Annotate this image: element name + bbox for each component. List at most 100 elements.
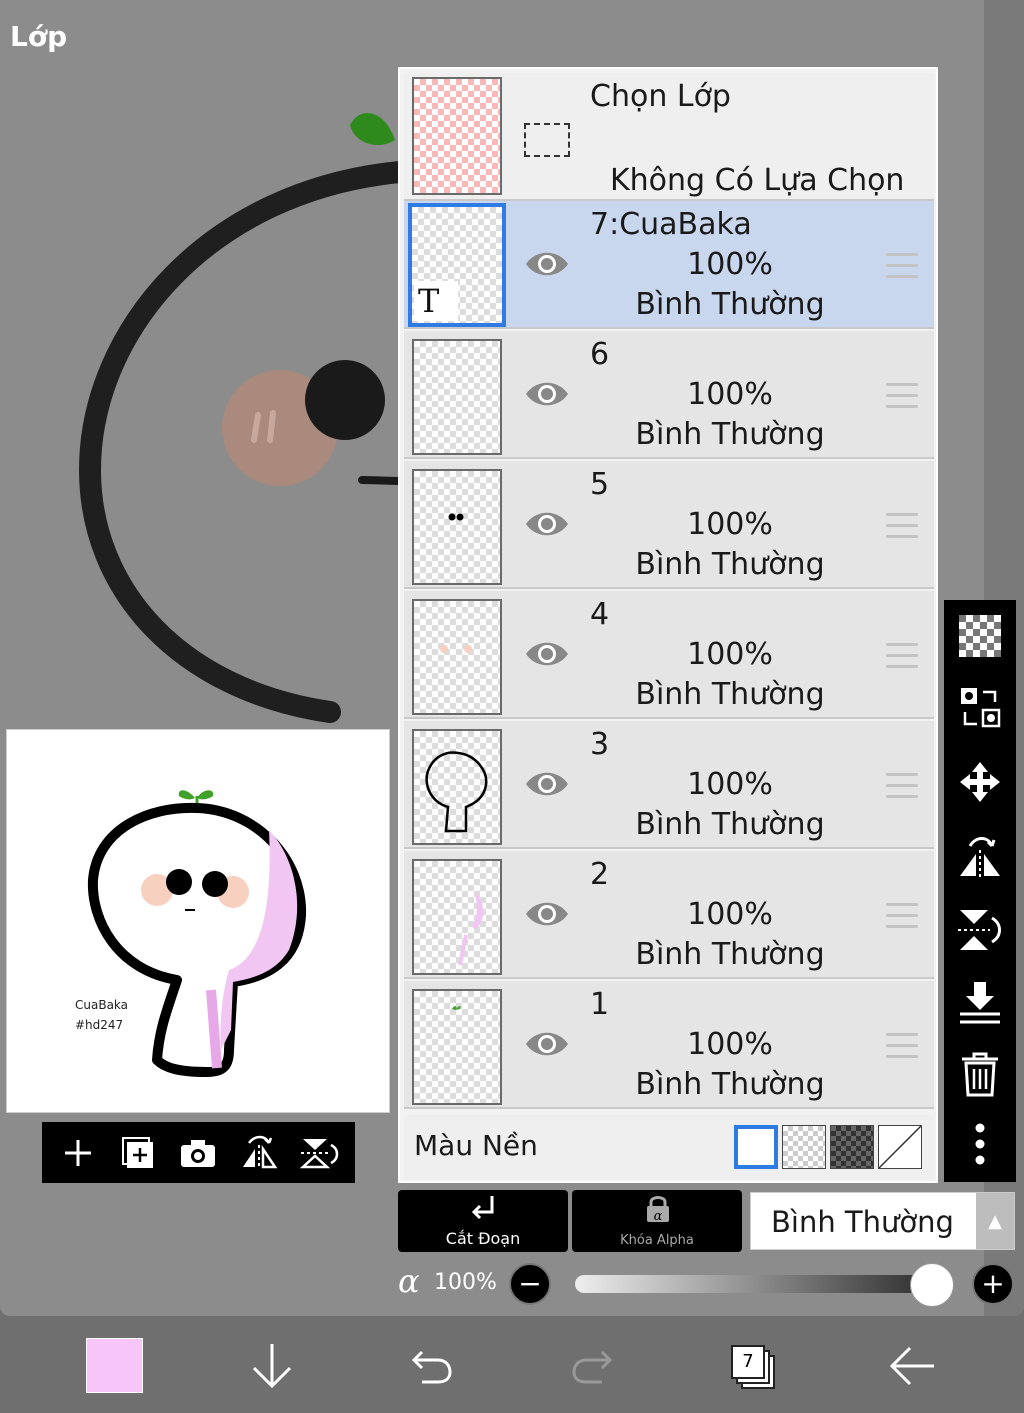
layer-name: 3 [590, 727, 610, 762]
layer-blend-mode: Bình Thường [635, 937, 825, 972]
layer-name: 2 [590, 857, 610, 892]
layer-panel: Lớp CuaBaka #hd247 Chọn Lớp Không Có Lựa… [0, 0, 1024, 1316]
redo-icon[interactable] [564, 1338, 620, 1394]
layer-row[interactable]: 1 100% Bình Thường [404, 981, 934, 1109]
alpha-lock-label: Khóa Alpha [620, 1233, 694, 1248]
caption-line-1: CuaBaka [75, 998, 129, 1012]
canvas-preview [0, 0, 400, 730]
layer-name: 7:CuaBaka [590, 207, 752, 242]
drag-handle-icon[interactable] [886, 773, 918, 799]
selection-marquee-icon [524, 123, 570, 157]
alpha-lock-button[interactable]: α Khóa Alpha [572, 1190, 742, 1252]
layer-tools-strip [944, 600, 1016, 1182]
layer-row[interactable]: 3 100% Bình Thường [404, 721, 934, 849]
blend-mode-select[interactable]: Bình Thường ▲ [750, 1192, 1015, 1250]
dropdown-arrow-icon[interactable]: ▲ [976, 1193, 1014, 1249]
layer-count: 7 [731, 1345, 765, 1379]
alpha-value: 100% [434, 1270, 497, 1295]
swap-layer-icon[interactable] [956, 684, 1004, 732]
clipping-button[interactable]: Cắt Đoạn [398, 1190, 568, 1252]
bottom-toolbar [0, 1316, 1024, 1413]
visibility-eye-icon[interactable] [524, 509, 570, 539]
alpha-slider-track[interactable] [575, 1275, 953, 1293]
merge-down-icon[interactable] [956, 978, 1004, 1026]
visibility-eye-icon[interactable] [524, 769, 570, 799]
drag-handle-icon[interactable] [886, 643, 918, 669]
visibility-eye-icon[interactable] [524, 249, 570, 279]
layer-row[interactable]: 4 100% Bình Thường [404, 591, 934, 719]
down-arrow-icon[interactable] [244, 1338, 300, 1394]
layer-list: Chọn Lớp Không Có Lựa Chọn T 7:CuaBaka 1… [398, 67, 938, 1183]
selection-status: Không Có Lựa Chọn [610, 163, 905, 198]
alpha-increase-button[interactable]: + [972, 1263, 1014, 1305]
visibility-eye-icon[interactable] [524, 1029, 570, 1059]
alpha-symbol: α [398, 1262, 420, 1300]
drag-handle-icon[interactable] [886, 383, 918, 409]
visibility-eye-icon[interactable] [524, 379, 570, 409]
layer-opacity: 100% [687, 507, 773, 542]
layer-blend-mode: Bình Thường [635, 547, 825, 582]
text-layer-icon: T [414, 281, 458, 321]
drag-handle-icon[interactable] [886, 1033, 918, 1059]
layer-opacity: 100% [687, 377, 773, 412]
layer-opacity: 100% [687, 637, 773, 672]
caption-line-2: #hd247 [75, 1018, 124, 1032]
layer-row[interactable]: 5 100% Bình Thường [404, 461, 934, 589]
flip-rotate-icon[interactable] [956, 832, 1004, 880]
clipping-label: Cắt Đoạn [445, 1229, 521, 1248]
selection-layer-row[interactable]: Chọn Lớp Không Có Lựa Chọn [404, 73, 934, 201]
bg-white-swatch[interactable] [734, 1125, 778, 1169]
layer-opacity: 100% [687, 897, 773, 932]
layer-row[interactable]: T 7:CuaBaka 100% Bình Thường [404, 201, 934, 329]
layer-opacity: 100% [687, 767, 773, 802]
background-color-row: Màu Nền [404, 1115, 934, 1179]
layer-thumbnail: T [408, 203, 506, 327]
layer-name: 1 [590, 987, 610, 1022]
panel-title: Lớp [10, 20, 68, 53]
flip-vertical-rotate-icon[interactable] [956, 906, 1004, 954]
alpha-decrease-button[interactable]: − [509, 1263, 551, 1305]
current-color-swatch[interactable] [86, 1338, 143, 1393]
camera-icon[interactable] [174, 1129, 222, 1177]
back-arrow-icon[interactable] [884, 1338, 940, 1394]
add-layer-icon[interactable] [54, 1129, 102, 1177]
thumbnail-caption: CuaBaka #hd247 [75, 995, 128, 1035]
visibility-eye-icon[interactable] [524, 899, 570, 929]
undo-icon[interactable] [404, 1338, 460, 1394]
bg-none-swatch[interactable] [878, 1125, 922, 1169]
layer-name: 6 [590, 337, 610, 372]
layer-blend-mode: Bình Thường [635, 287, 825, 322]
blend-mode-value: Bình Thường [771, 1205, 954, 1239]
layer-row[interactable]: 2 100% Bình Thường [404, 851, 934, 979]
layer-row[interactable]: 6 100% Bình Thường [404, 331, 934, 459]
bg-transparent-swatch[interactable] [782, 1125, 826, 1169]
drag-handle-icon[interactable] [886, 513, 918, 539]
drag-handle-icon[interactable] [886, 253, 918, 279]
flip-vertical-icon[interactable] [295, 1129, 343, 1177]
checkerboard-icon[interactable] [956, 612, 1004, 660]
visibility-eye-icon[interactable] [524, 639, 570, 669]
move-icon[interactable] [956, 758, 1004, 806]
background-label: Màu Nền [414, 1129, 538, 1162]
drag-handle-icon[interactable] [886, 903, 918, 929]
trash-icon[interactable] [956, 1050, 1004, 1098]
layer-blend-mode: Bình Thường [635, 807, 825, 842]
thumbnail-toolbar [42, 1122, 355, 1183]
layer-opacity: 100% [687, 247, 773, 282]
layer-thumbnail [412, 339, 502, 455]
canvas-thumbnail[interactable]: CuaBaka #hd247 [6, 729, 390, 1113]
layer-blend-mode: Bình Thường [635, 417, 825, 452]
bg-dark-swatch[interactable] [830, 1125, 874, 1169]
alpha-slider-knob[interactable] [910, 1263, 954, 1307]
layers-stack-icon[interactable]: 7 [731, 1345, 777, 1391]
more-icon[interactable] [956, 1120, 1004, 1168]
flip-horizontal-icon[interactable] [235, 1129, 283, 1177]
layer-opacity: 100% [687, 1027, 773, 1062]
layer-blend-mode: Bình Thường [635, 1067, 825, 1102]
layer-thumbnail [412, 859, 502, 975]
layer-name: 4 [590, 597, 610, 632]
layer-thumbnail [412, 989, 502, 1105]
add-raster-icon[interactable] [114, 1129, 162, 1177]
clip-arrow-icon [471, 1196, 494, 1220]
layer-thumbnail [412, 729, 502, 845]
